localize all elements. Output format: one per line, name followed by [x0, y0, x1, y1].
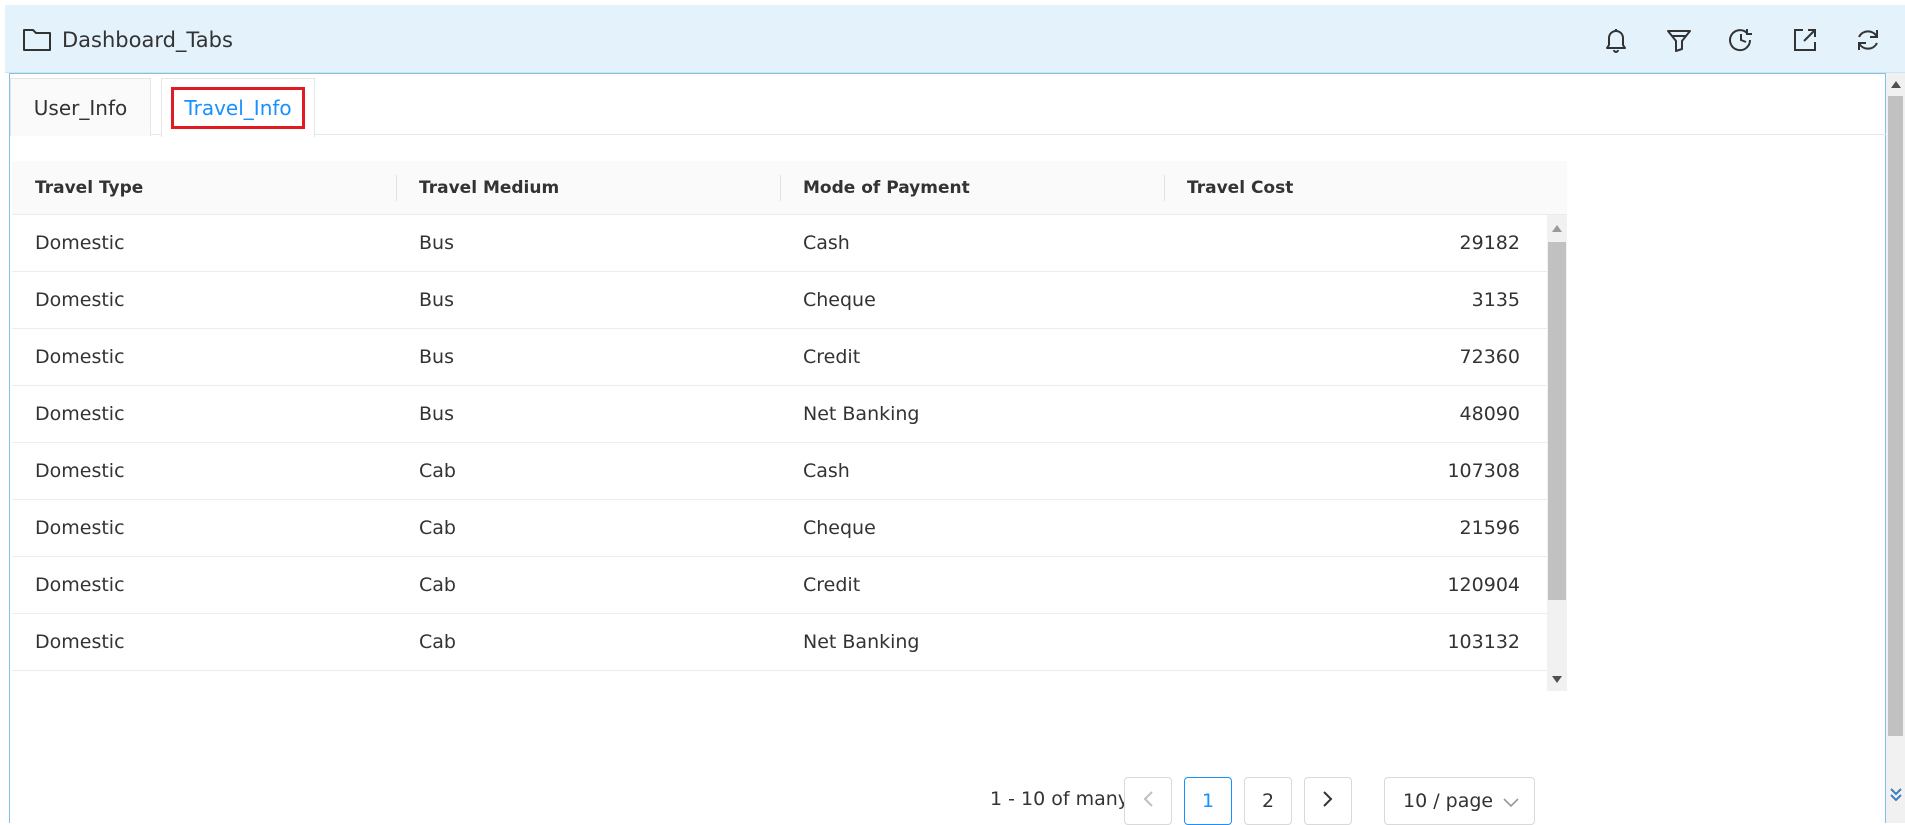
table-row[interactable]: Domestic Cab Net Banking 103132 — [12, 614, 1547, 671]
table-row[interactable]: Domestic Cab Cheque 21596 — [12, 500, 1547, 557]
cell-travel-medium: Cab — [419, 574, 456, 596]
cell-travel-cost: 120904 — [1447, 574, 1520, 596]
pagination-info: 1 - 10 of many — [990, 788, 1130, 810]
tab-travel-info[interactable]: Travel_Info — [161, 78, 315, 137]
scroll-up-arrow-icon[interactable] — [1552, 225, 1562, 232]
folder-icon — [22, 26, 52, 52]
cell-travel-cost: 107308 — [1447, 460, 1520, 482]
scroll-down-arrow-icon[interactable] — [1552, 676, 1562, 683]
cell-travel-type: Domestic — [35, 232, 125, 254]
next-page-button[interactable] — [1304, 777, 1352, 825]
cell-travel-type: Domestic — [35, 517, 125, 539]
column-header-travel-medium[interactable]: Travel Medium — [396, 161, 780, 215]
page-scrollbar[interactable] — [1886, 73, 1905, 823]
refresh-icon[interactable] — [1852, 24, 1884, 56]
cell-travel-medium: Cab — [419, 517, 456, 539]
cell-travel-cost: 72360 — [1459, 346, 1520, 368]
bell-icon[interactable] — [1600, 24, 1632, 56]
table-row[interactable]: Domestic Bus Cheque 3135 — [12, 272, 1547, 329]
page-1-button[interactable]: 1 — [1184, 777, 1232, 825]
cell-mode-of-payment: Cheque — [803, 517, 876, 539]
cell-mode-of-payment: Net Banking — [803, 631, 920, 653]
table-header: Travel Type Travel Medium Mode of Paymen… — [12, 161, 1567, 215]
cell-travel-type: Domestic — [35, 346, 125, 368]
export-icon[interactable] — [1789, 24, 1821, 56]
cell-mode-of-payment: Net Banking — [803, 403, 920, 425]
cell-mode-of-payment: Cash — [803, 232, 850, 254]
cell-travel-type: Domestic — [35, 289, 125, 311]
cell-travel-cost: 21596 — [1459, 517, 1520, 539]
page-scroll-up-icon[interactable] — [1891, 81, 1901, 88]
table-row[interactable]: Domestic Bus Cash 29182 — [12, 215, 1547, 272]
chevron-down-icon — [1502, 793, 1520, 815]
cell-travel-cost: 103132 — [1447, 631, 1520, 653]
page-size-select[interactable]: 10 / page — [1384, 777, 1535, 825]
table-row[interactable]: Domestic Bus Net Banking 48090 — [12, 386, 1547, 443]
cell-travel-medium: Cab — [419, 460, 456, 482]
cell-travel-cost: 48090 — [1459, 403, 1520, 425]
dashboard-panel: User_Info Travel_Info Travel Type Travel… — [9, 73, 1887, 825]
tab-user-info[interactable]: User_Info — [10, 78, 151, 136]
cell-travel-medium: Bus — [419, 232, 454, 254]
cell-travel-type: Domestic — [35, 403, 125, 425]
tab-travel-info-label: Travel_Info — [171, 87, 305, 129]
cell-travel-type: Domestic — [35, 460, 125, 482]
chevron-right-icon — [1322, 790, 1334, 813]
cell-mode-of-payment: Cash — [803, 460, 850, 482]
table-scrollbar-thumb[interactable] — [1548, 242, 1566, 600]
cell-travel-cost: 29182 — [1459, 232, 1520, 254]
prev-page-button[interactable] — [1124, 777, 1172, 825]
table-body: Domestic Bus Cash 29182 Domestic Bus Cheque 313… — [12, 215, 1547, 691]
table-row[interactable]: Domestic Bus Credit 72360 — [12, 329, 1547, 386]
dashboard-title: Dashboard_Tabs — [62, 28, 233, 52]
table-row[interactable]: Domestic Cab Credit 120904 — [12, 557, 1547, 614]
page-size-value: 10 / page — [1403, 790, 1494, 812]
table-scrollbar[interactable] — [1547, 215, 1567, 691]
travel-table: Travel Type Travel Medium Mode of Paymen… — [12, 161, 1567, 691]
cell-travel-type: Domestic — [35, 574, 125, 596]
column-header-travel-cost[interactable]: Travel Cost — [1164, 161, 1567, 215]
page-2-button[interactable]: 2 — [1244, 777, 1292, 825]
filter-icon[interactable] — [1663, 24, 1695, 56]
page-number: 1 — [1201, 790, 1215, 812]
tab-bar: User_Info Travel_Info — [10, 74, 1887, 137]
cell-mode-of-payment: Credit — [803, 346, 861, 368]
cell-travel-cost: 3135 — [1471, 289, 1520, 311]
cell-travel-medium: Bus — [419, 346, 454, 368]
table-row-clipped — [12, 671, 1547, 691]
cell-mode-of-payment: Credit — [803, 574, 861, 596]
chevron-left-icon — [1142, 790, 1154, 813]
cell-travel-type: Domestic — [35, 631, 125, 653]
cell-travel-medium: Bus — [419, 289, 454, 311]
page-number: 2 — [1261, 790, 1275, 812]
dashboard-header: Dashboard_Tabs — [5, 5, 1905, 73]
column-header-travel-type[interactable]: Travel Type — [12, 161, 396, 215]
cell-travel-medium: Cab — [419, 631, 456, 653]
table-row[interactable]: Domestic Cab Cash 107308 — [12, 443, 1547, 500]
cell-mode-of-payment: Cheque — [803, 289, 876, 311]
column-header-mode-of-payment[interactable]: Mode of Payment — [780, 161, 1164, 215]
cell-travel-medium: Bus — [419, 403, 454, 425]
page-scrollbar-thumb[interactable] — [1888, 96, 1903, 736]
history-icon[interactable] — [1725, 24, 1757, 56]
tab-user-info-label: User_Info — [33, 95, 128, 120]
page-scroll-down-icon[interactable] — [1889, 786, 1903, 804]
